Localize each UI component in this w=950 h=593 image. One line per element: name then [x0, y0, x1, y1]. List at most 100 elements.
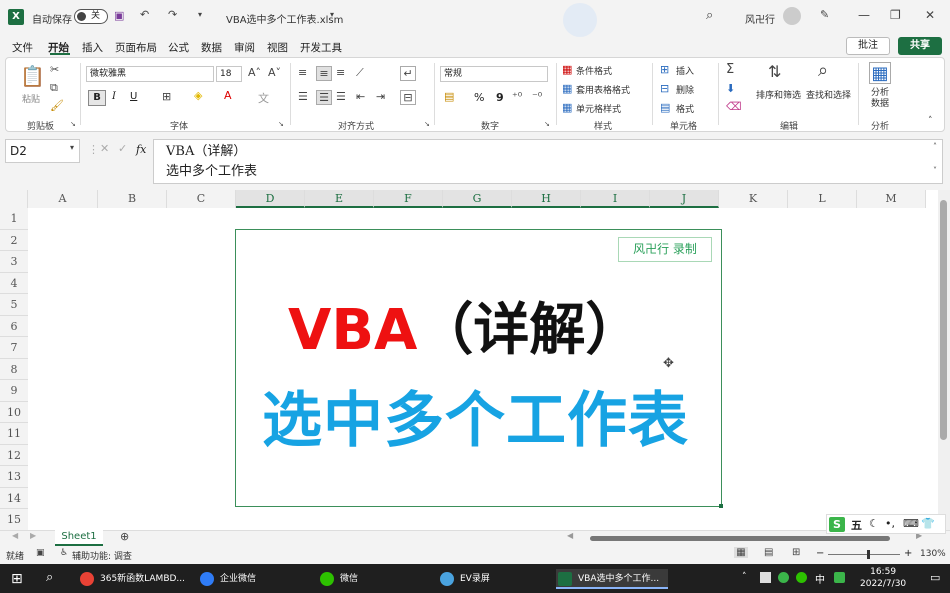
column-header-k[interactable]: K	[719, 190, 788, 208]
share-button[interactable]: 共享	[898, 37, 942, 55]
minimize-icon[interactable]: —	[858, 8, 870, 22]
page-break-view-icon[interactable]: ⊞	[792, 547, 800, 558]
wrap-text-icon[interactable]: ↵	[400, 66, 416, 81]
comma-button[interactable]: 9	[496, 91, 504, 104]
tab-review[interactable]: 审阅	[234, 40, 255, 55]
scroll-left-icon[interactable]: ◀	[567, 531, 573, 540]
tab-developer[interactable]: 开发工具	[300, 40, 342, 55]
notification-icon[interactable]: ▭	[930, 571, 940, 584]
restore-icon[interactable]: ❐	[890, 8, 901, 22]
tab-data[interactable]: 数据	[201, 40, 222, 55]
taskbar-item-wecom[interactable]: 企业微信	[198, 569, 298, 589]
column-header-m[interactable]: M	[857, 190, 926, 208]
column-header-b[interactable]: B	[98, 190, 167, 208]
undo-icon[interactable]: ↶	[140, 8, 149, 21]
underline-button[interactable]: U	[130, 91, 137, 102]
merge-center-icon[interactable]: ⊟	[400, 90, 416, 105]
decrease-decimal-icon[interactable]: ⁻⁰	[532, 90, 542, 103]
row-header-6[interactable]: 6	[0, 315, 28, 337]
font-size-combo[interactable]: 18	[216, 66, 242, 82]
save-icon[interactable]: ▣	[114, 9, 124, 22]
next-sheet-icon[interactable]: ▶	[30, 531, 36, 540]
tray-ime-icon[interactable]	[834, 572, 845, 583]
orientation-icon[interactable]: ⟋	[356, 66, 364, 80]
align-middle-icon[interactable]: ≡	[316, 66, 332, 81]
tab-page-layout[interactable]: 页面布局	[115, 40, 157, 55]
fill-color-icon[interactable]: ◈	[194, 89, 202, 102]
row-header-1[interactable]: 1	[0, 208, 28, 230]
tab-insert[interactable]: 插入	[82, 40, 103, 55]
taskbar-item-excel[interactable]: VBA选中多个工作...	[556, 569, 668, 589]
borders-icon[interactable]: ⊞	[162, 90, 171, 103]
shrink-font-icon[interactable]: A˅	[268, 66, 281, 79]
normal-view-icon[interactable]: ▦	[734, 547, 748, 558]
formula-input[interactable]: VBA（详解） 选中多个工作表	[153, 139, 943, 184]
windows-start-icon[interactable]: ⊞	[11, 572, 25, 586]
row-header-5[interactable]: 5	[0, 294, 28, 316]
column-header-f[interactable]: F	[374, 190, 443, 208]
autosave-toggle[interactable]: 关	[74, 9, 108, 24]
taskbar-item-chrome[interactable]: 365新函数LAMBD...	[78, 569, 186, 589]
copy-icon[interactable]: ⧉	[50, 81, 58, 95]
tab-view[interactable]: 视图	[267, 40, 288, 55]
row-header-13[interactable]: 13	[0, 466, 28, 488]
row-header-7[interactable]: 7	[0, 337, 28, 359]
paste-label[interactable]: 粘贴	[22, 92, 40, 105]
collapse-ribbon-icon[interactable]: ˄	[928, 116, 933, 126]
paste-icon[interactable]: 📋	[20, 64, 45, 88]
row-header-11[interactable]: 11	[0, 423, 28, 445]
horizontal-scroll-thumb[interactable]	[590, 536, 890, 541]
ime-indicator[interactable]: 中	[815, 571, 825, 586]
increase-indent-icon[interactable]: ⇥	[376, 90, 385, 103]
conditional-formatting-button[interactable]: 条件格式	[576, 64, 612, 77]
tray-overflow-icon[interactable]: ˄	[742, 572, 747, 582]
tray-app-icon[interactable]	[778, 572, 789, 583]
column-header-c[interactable]: C	[167, 190, 236, 208]
row-header-2[interactable]: 2	[0, 229, 28, 251]
number-format-combo[interactable]: 常规	[440, 66, 548, 82]
zoom-in-icon[interactable]: +	[904, 548, 912, 559]
row-header-3[interactable]: 3	[0, 251, 28, 273]
dialog-launcher-icon[interactable]: ↘	[278, 120, 284, 128]
column-header-e[interactable]: E	[305, 190, 374, 208]
delete-button[interactable]: 删除	[676, 83, 694, 96]
zoom-level[interactable]: 130%	[920, 549, 946, 559]
increase-decimal-icon[interactable]: ⁺⁰	[512, 90, 522, 103]
cut-icon[interactable]: ✂	[50, 63, 59, 76]
tab-file[interactable]: 文件	[12, 40, 33, 55]
column-header-l[interactable]: L	[788, 190, 857, 208]
page-layout-view-icon[interactable]: ▤	[764, 547, 773, 558]
column-header-j[interactable]: J	[650, 190, 719, 208]
clear-icon[interactable]: ⌫	[726, 100, 742, 113]
close-icon[interactable]: ✕	[925, 8, 935, 22]
column-header-i[interactable]: I	[581, 190, 650, 208]
vertical-scroll-thumb[interactable]	[940, 200, 947, 440]
find-select-button[interactable]: 查找和选择	[806, 88, 851, 101]
column-header-a[interactable]: A	[28, 190, 98, 208]
search-icon[interactable]: ⌕	[46, 570, 53, 585]
taskbar-clock[interactable]: 16:59 2022/7/30	[860, 566, 906, 590]
decrease-indent-icon[interactable]: ⇤	[356, 90, 365, 103]
row-header-10[interactable]: 10	[0, 401, 28, 423]
select-all-corner[interactable]	[0, 190, 28, 208]
bold-button[interactable]: B	[88, 90, 106, 106]
row-header-14[interactable]: 14	[0, 487, 28, 509]
column-header-d[interactable]: D	[236, 190, 305, 208]
comment-button[interactable]: 批注	[846, 37, 890, 55]
align-bottom-icon[interactable]: ≡	[336, 66, 345, 79]
search-icon[interactable]: ⌕	[706, 8, 713, 23]
zoom-out-icon[interactable]: −	[816, 548, 824, 559]
row-header-15[interactable]: 15	[0, 509, 28, 531]
prev-sheet-icon[interactable]: ◀	[12, 531, 18, 540]
format-button[interactable]: 格式	[676, 102, 694, 115]
zoom-slider-thumb[interactable]	[867, 550, 870, 559]
sort-filter-button[interactable]: 排序和筛选	[756, 88, 801, 101]
redo-icon[interactable]: ↷	[168, 8, 177, 21]
zoom-slider[interactable]	[828, 554, 900, 555]
user-name[interactable]: 风卍行	[745, 11, 775, 26]
resize-handle[interactable]	[719, 504, 723, 508]
cell-styles-button[interactable]: 单元格样式	[576, 102, 621, 115]
pen-icon[interactable]: ✎	[820, 8, 829, 21]
tab-formulas[interactable]: 公式	[168, 40, 189, 55]
sheet-tab-sheet1[interactable]: Sheet1	[55, 530, 103, 546]
